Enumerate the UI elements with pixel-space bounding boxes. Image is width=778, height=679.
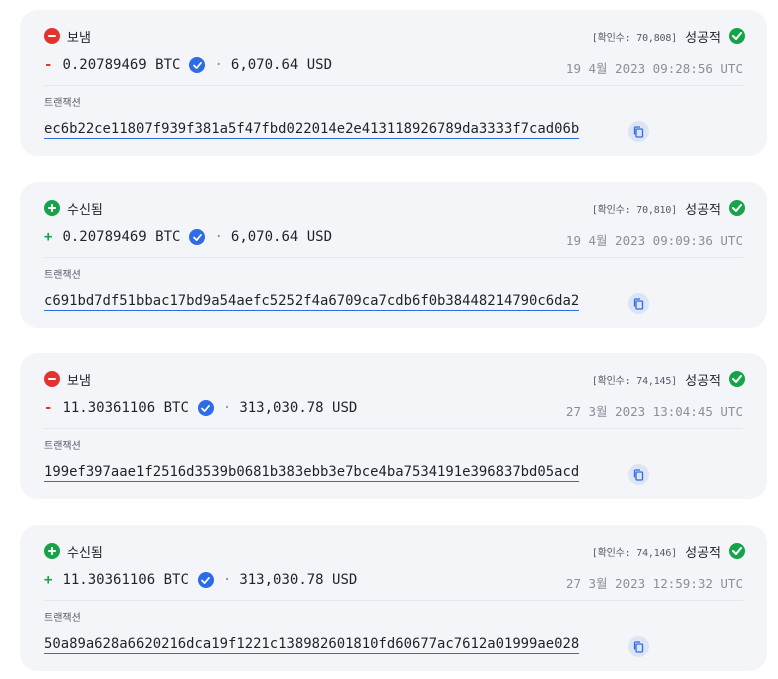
status-label: 성공적 [685,203,721,218]
crypto-amount: 0.20789469 BTC [62,57,181,73]
amount-sign: + [44,229,53,245]
separator-dot: · [214,229,223,245]
check-circle-icon [729,543,745,559]
direction-label: 보냄 [67,31,91,46]
confirmations-count: [확인수: 70,810] [591,205,677,216]
transaction-label: 트랜잭션 [44,441,81,452]
verified-badge-icon [189,229,206,245]
confirmations-count: [확인수: 70,808] [591,33,677,44]
divider [44,600,743,601]
crypto-amount: 11.30361106 BTC [62,400,189,416]
timestamp: 19 4월 2023 09:28:56 UTC [565,61,743,76]
confirmations-count: [확인수: 74,146] [591,548,677,559]
transaction-hash-link[interactable]: 199ef397aae1f2516d3539b0681b383ebb3e7bce… [44,464,580,482]
transaction-label: 트랜잭션 [44,270,81,281]
transaction-label: 트랜잭션 [44,98,81,109]
fiat-amount: 313,030.78 USD [239,572,358,588]
status-label: 성공적 [685,374,721,389]
transaction-card: 수신됨 [확인수: 74,146] 성공적 + 11.30361106 BTC … [20,525,767,671]
transaction-card: 보냄 [확인수: 74,145] 성공적 - 11.30361106 BTC ·… [20,353,767,499]
fiat-amount: 6,070.64 USD [230,57,333,73]
fiat-amount: 313,030.78 USD [239,400,358,416]
check-circle-icon [729,371,745,387]
confirmations-count: [확인수: 74,145] [591,376,677,387]
transaction-card: 수신됨 [확인수: 70,810] 성공적 + 0.20789469 BTC ·… [20,182,767,328]
crypto-amount: 11.30361106 BTC [62,572,189,588]
status-label: 성공적 [685,546,721,561]
check-circle-icon [729,200,745,216]
direction-label: 보냄 [67,374,91,389]
check-circle-icon [729,28,745,44]
amount-sign: + [44,572,53,588]
separator-dot: · [214,57,223,73]
amount-row: - 0.20789469 BTC · 6,070.64 USD [44,55,332,75]
copy-icon[interactable] [628,121,649,142]
fiat-amount: 6,070.64 USD [230,229,333,245]
divider [44,428,743,429]
transaction-hash-link[interactable]: 50a89a628a6620216dca19f1221c138982601810… [44,636,580,654]
plus-circle-icon [44,543,60,559]
minus-circle-icon [44,371,60,387]
amount-row: + 0.20789469 BTC · 6,070.64 USD [44,227,332,247]
divider [44,85,743,86]
status-label: 성공적 [685,31,721,46]
amount-sign: - [44,400,53,416]
divider [44,257,743,258]
transaction-label: 트랜잭션 [44,613,81,624]
timestamp: 19 4월 2023 09:09:36 UTC [565,233,743,248]
verified-badge-icon [189,57,206,73]
crypto-amount: 0.20789469 BTC [62,229,181,245]
plus-circle-icon [44,200,60,216]
timestamp: 27 3월 2023 13:04:45 UTC [565,404,743,419]
transaction-hash-link[interactable]: ec6b22ce11807f939f381a5f47fbd022014e2e41… [44,121,580,139]
copy-icon[interactable] [628,293,649,314]
direction-label: 수신됨 [67,203,103,218]
timestamp: 27 3월 2023 12:59:32 UTC [565,576,743,591]
amount-row: - 11.30361106 BTC · 313,030.78 USD [44,398,357,418]
copy-icon[interactable] [628,636,649,657]
verified-badge-icon [197,400,214,416]
separator-dot: · [222,572,232,588]
direction-label: 수신됨 [67,546,103,561]
separator-dot: · [222,400,232,416]
transaction-card: 보냄 [확인수: 70,808] 성공적 - 0.20789469 BTC · … [20,10,767,156]
amount-row: + 11.30361106 BTC · 313,030.78 USD [44,570,357,590]
minus-circle-icon [44,28,60,44]
transaction-hash-link[interactable]: c691bd7df51bbac17bd9a54aefc5252f4a6709ca… [44,293,580,311]
verified-badge-icon [197,572,214,588]
amount-sign: - [44,57,53,73]
copy-icon[interactable] [628,464,649,485]
